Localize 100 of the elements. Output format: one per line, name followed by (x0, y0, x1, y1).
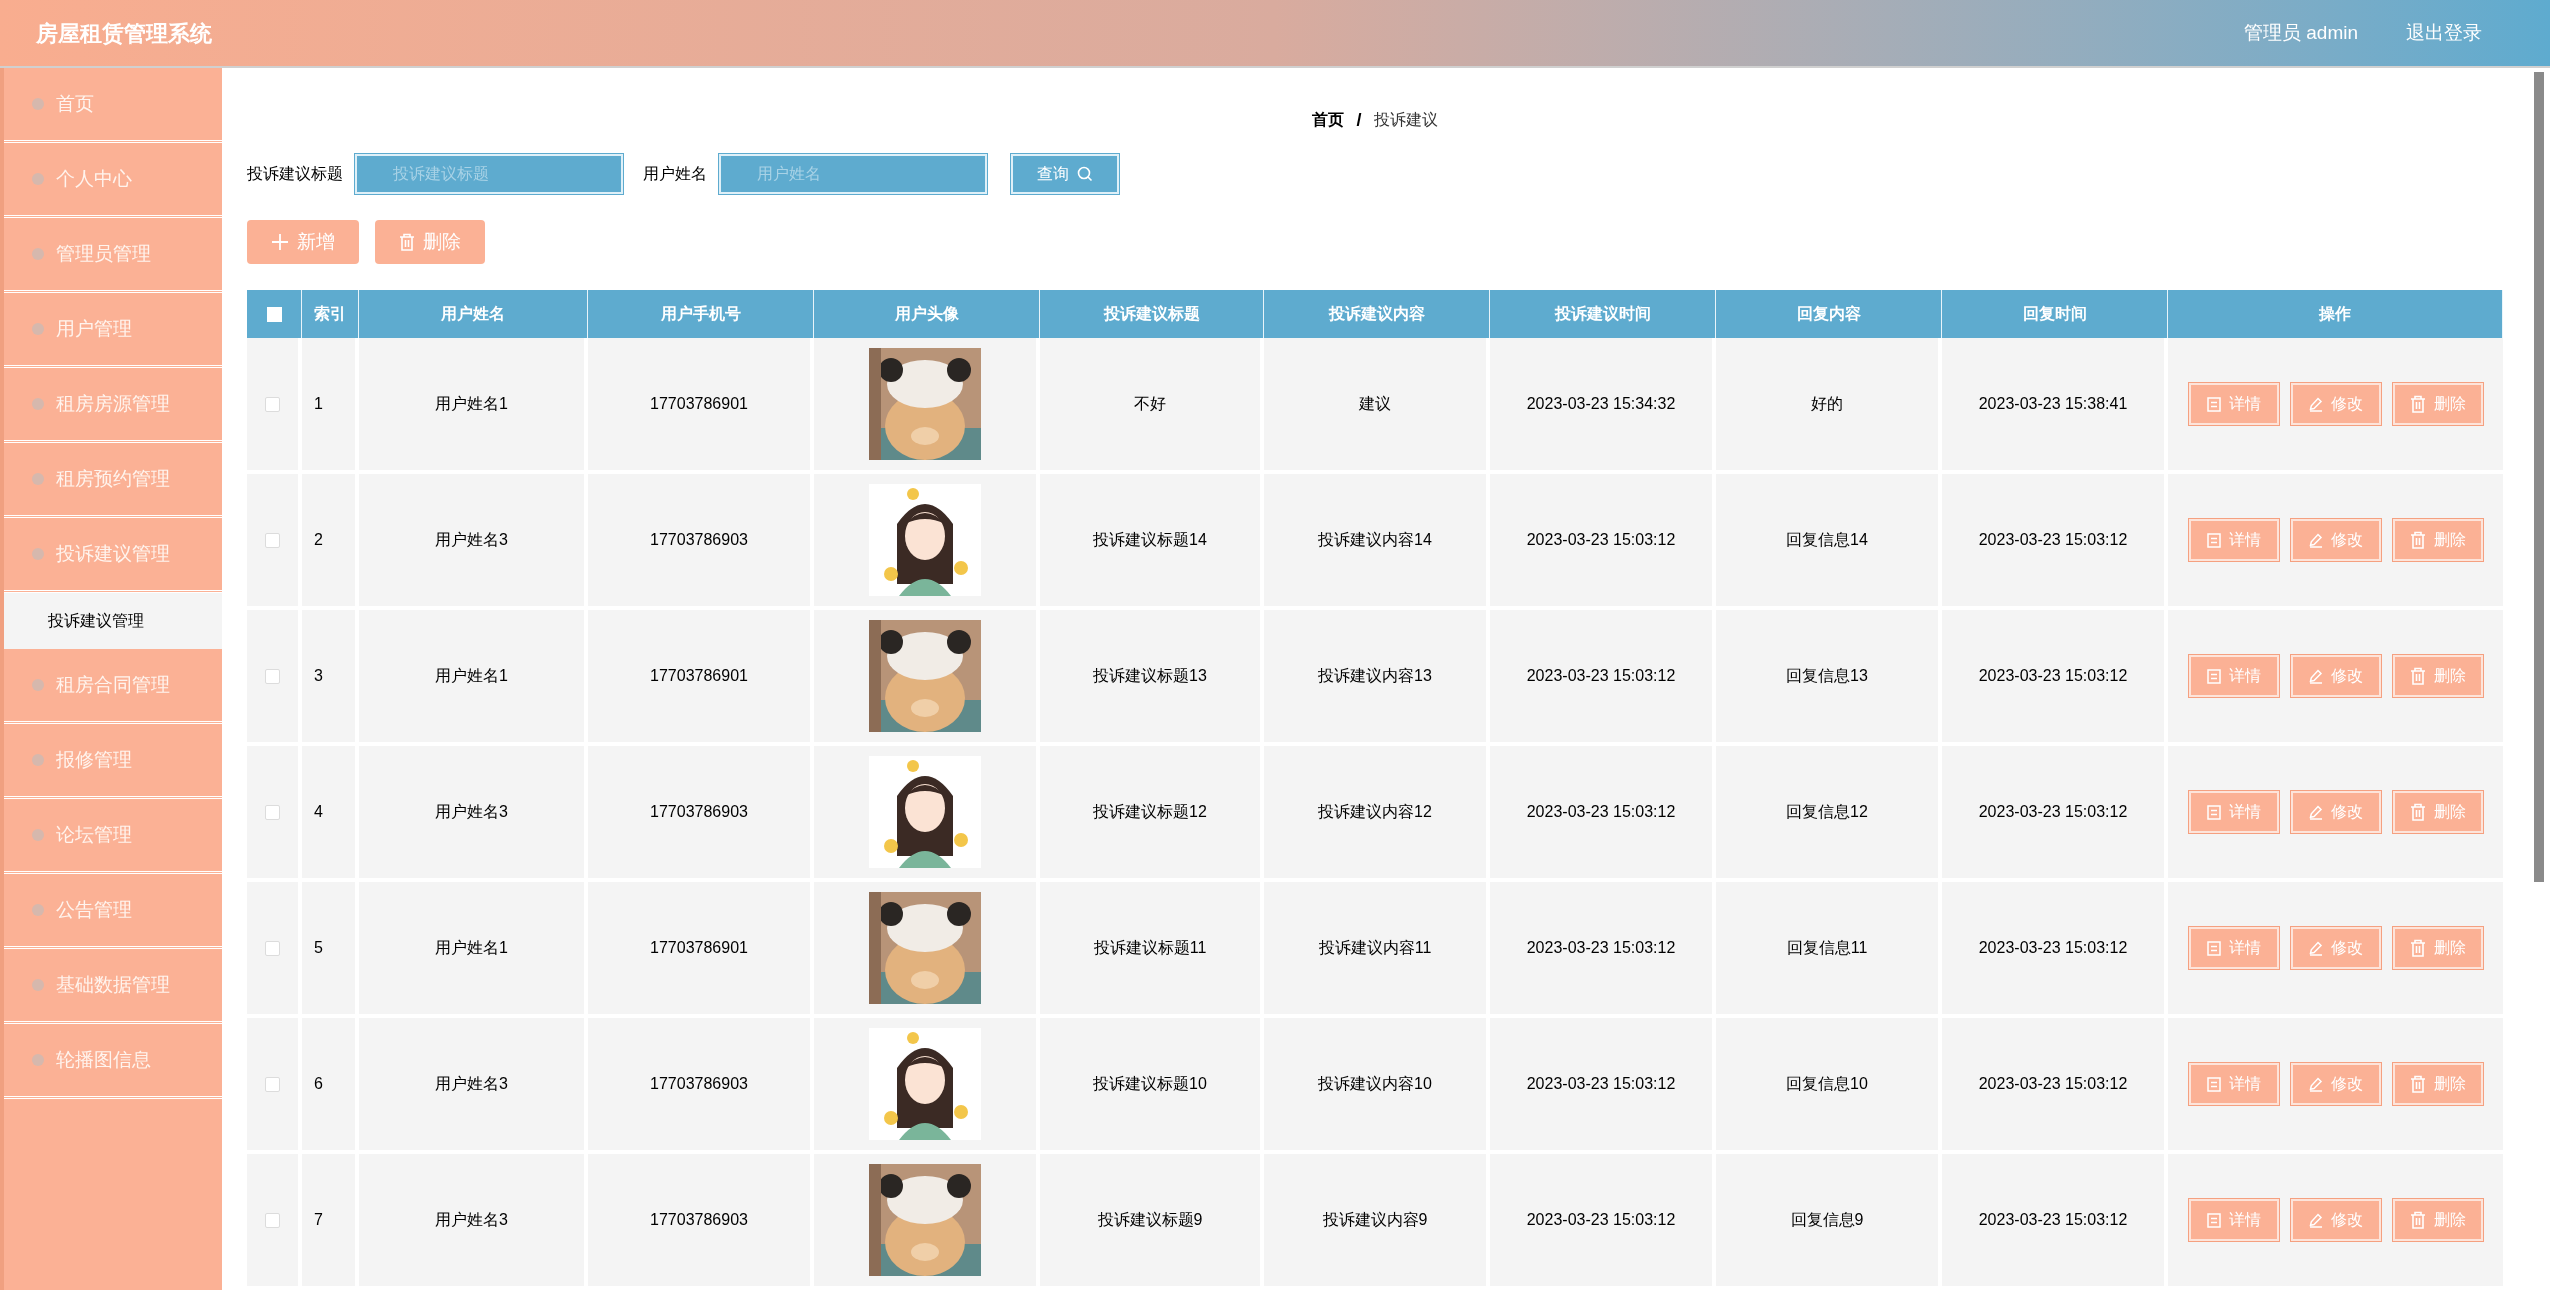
detail-button[interactable]: 详情 (2188, 383, 2279, 425)
table-cell-text: 投诉建议内容10 (1318, 1074, 1432, 1094)
delete-button[interactable]: 删除 (2392, 1063, 2483, 1105)
table-cell-text: 2023-03-23 15:03:12 (1978, 1210, 2128, 1230)
table-cell-text: 2023-03-23 15:03:12 (1978, 1074, 2128, 1094)
trash-icon (2409, 667, 2426, 685)
table-cell-text: 2023-03-23 15:03:12 (1526, 530, 1676, 550)
delete-button[interactable]: 删除 (2392, 927, 2483, 969)
delete-button[interactable]: 删除 (2392, 791, 2483, 833)
user-label: 管理员 admin (2243, 20, 2358, 45)
trash-icon (2409, 395, 2426, 413)
column-header: 用户姓名 (441, 304, 505, 324)
row-checkbox[interactable] (265, 396, 280, 412)
trash-icon (2409, 1211, 2426, 1229)
table-cell-text: 回复信息9 (1790, 1210, 1864, 1230)
table-cell-text: 2023-03-23 15:03:12 (1526, 1210, 1676, 1230)
delete-button[interactable]: 删除 (2392, 383, 2483, 425)
edit-button[interactable]: 修改 (2290, 383, 2381, 425)
table-cell-text: 投诉建议内容11 (1318, 938, 1432, 958)
delete-button[interactable]: 删除 (2392, 655, 2483, 697)
pencil-icon (2308, 804, 2323, 820)
table-cell-text: 17703786901 (650, 666, 748, 686)
document-icon (2206, 668, 2221, 684)
search-button[interactable]: 查询 (1011, 154, 1119, 194)
detail-button[interactable]: 详情 (2188, 655, 2279, 697)
logout-link[interactable]: 退出登录 (2406, 18, 2482, 48)
row-checkbox[interactable] (265, 532, 280, 548)
table-cell-text: 不好 (1134, 394, 1166, 414)
search-icon (1077, 166, 1093, 182)
trash-icon (2409, 939, 2426, 957)
table-cell-text: 回复信息12 (1786, 802, 1868, 822)
edit-button[interactable]: 修改 (2290, 927, 2381, 969)
edit-button[interactable]: 修改 (2290, 1199, 2381, 1241)
table-cell-text: 1 (314, 394, 323, 414)
table-cell-text: 17703786903 (650, 530, 748, 550)
edit-button[interactable]: 修改 (2290, 1063, 2381, 1105)
edit-button[interactable]: 修改 (2290, 791, 2381, 833)
table-cell-text: 2023-03-23 15:03:12 (1526, 666, 1676, 686)
field-label: 投诉建议标题 (247, 164, 343, 184)
table-cell-text: 投诉建议内容13 (1318, 666, 1432, 686)
table-cell-text: 用户姓名3 (435, 802, 508, 822)
detail-button[interactable]: 详情 (2188, 519, 2279, 561)
pencil-icon (2308, 1212, 2323, 1228)
table-cell-text: 好的 (1811, 394, 1843, 414)
table-cell-text: 2 (314, 530, 323, 550)
row-checkbox[interactable] (265, 1212, 280, 1228)
document-icon (2206, 396, 2221, 412)
table-cell-text: 17703786903 (650, 802, 748, 822)
table-cell-text: 投诉建议内容12 (1318, 802, 1432, 822)
table-cell-text: 17703786903 (650, 1210, 748, 1230)
table-cell-text: 2023-03-23 15:34:32 (1526, 394, 1676, 414)
delete-button[interactable]: 删除 (375, 220, 485, 264)
detail-button[interactable]: 详情 (2188, 1063, 2279, 1105)
select-all-checkbox[interactable] (266, 306, 282, 322)
column-header: 操作 (2319, 304, 2351, 324)
table-cell-text: 用户姓名3 (435, 530, 508, 550)
row-checkbox[interactable] (265, 804, 280, 820)
row-checkbox[interactable] (265, 940, 280, 956)
table-cell-text: 4 (314, 802, 323, 822)
search-field[interactable]: 用户姓名 (719, 154, 987, 194)
table-cell-text: 用户姓名1 (435, 666, 508, 686)
trash-icon (2409, 1075, 2426, 1093)
breadcrumb-link[interactable]: 投诉建议 (1373, 108, 1438, 132)
detail-button[interactable]: 详情 (2188, 791, 2279, 833)
field-label: 用户姓名 (643, 164, 707, 184)
table-cell-text: 建议 (1359, 394, 1391, 414)
search-field[interactable]: 投诉建议标题 (355, 154, 623, 194)
breadcrumb-link[interactable]: 首页 (1312, 108, 1345, 132)
table-cell-text: 2023-03-23 15:03:12 (1526, 802, 1676, 822)
column-header: 索引 (314, 304, 346, 324)
table-cell-text: 2023-03-23 15:03:12 (1978, 938, 2128, 958)
scrollbar-thumb[interactable] (2534, 72, 2544, 882)
pencil-icon (2308, 668, 2323, 684)
table-cell-text: 17703786901 (650, 938, 748, 958)
table-cell-text: 投诉建议标题14 (1093, 530, 1207, 550)
plus-icon (271, 233, 289, 251)
table-cell-text: 用户姓名1 (435, 394, 508, 414)
pencil-icon (2308, 532, 2323, 548)
row-checkbox[interactable] (265, 668, 280, 684)
document-icon (2206, 804, 2221, 820)
pencil-icon (2308, 396, 2323, 412)
delete-button[interactable]: 删除 (2392, 519, 2483, 561)
submenu-item[interactable]: 投诉建议管理 (4, 593, 222, 649)
table-cell-text: 投诉建议标题13 (1093, 666, 1207, 686)
table-cell-text: 2023-03-23 15:03:12 (1978, 530, 2128, 550)
column-header: 回复时间 (2022, 304, 2087, 324)
table-cell-text: 17703786901 (650, 394, 748, 414)
trash-icon (2409, 531, 2426, 549)
detail-button[interactable]: 详情 (2188, 1199, 2279, 1241)
detail-button[interactable]: 详情 (2188, 927, 2279, 969)
delete-button[interactable]: 删除 (2392, 1199, 2483, 1241)
edit-button[interactable]: 修改 (2290, 655, 2381, 697)
pencil-icon (2308, 1076, 2323, 1092)
table-cell-text: 投诉建议内容14 (1318, 530, 1432, 550)
table-cell-text: 2023-03-23 15:03:12 (1526, 1074, 1676, 1094)
table-cell-text: 2023-03-23 15:03:12 (1978, 666, 2128, 686)
edit-button[interactable]: 修改 (2290, 519, 2381, 561)
add-button[interactable]: 新增 (247, 220, 359, 264)
row-checkbox[interactable] (265, 1076, 280, 1092)
column-header: 用户头像 (894, 304, 959, 324)
